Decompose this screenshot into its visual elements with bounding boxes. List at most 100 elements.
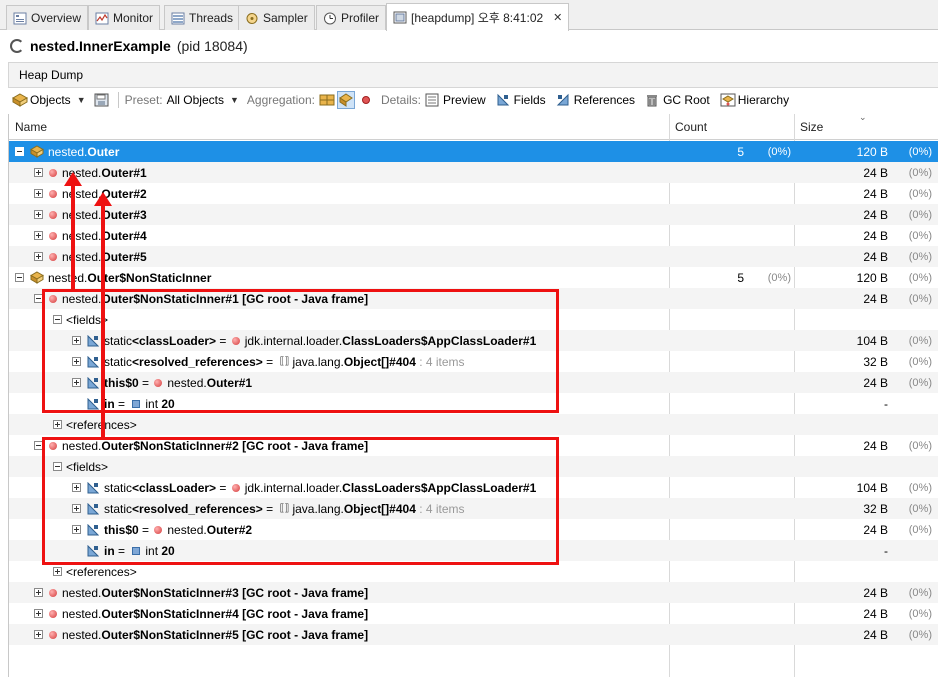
table-row[interactable]: <references> — [9, 561, 938, 582]
collapse-icon[interactable] — [53, 315, 62, 324]
references-icon[interactable] — [556, 93, 570, 107]
table-row[interactable]: static <classLoader> = jdk.internal.load… — [9, 330, 938, 351]
tab-monitor[interactable]: Monitor — [88, 5, 161, 30]
table-row[interactable]: nested. Outer$NonStaticInner#3 [GC root -… — [9, 582, 938, 603]
expand-icon[interactable] — [72, 504, 81, 513]
table-row[interactable]: nested. Outer$NonStaticInner#1 [GC root -… — [9, 288, 938, 309]
table-row[interactable]: nested. Outer$NonStaticInner 5 (0%) 120 B (0%… — [9, 267, 938, 288]
aggregation-package-icon[interactable] — [319, 93, 335, 107]
expand-icon[interactable] — [72, 483, 81, 492]
close-icon[interactable]: ✕ — [553, 11, 562, 24]
table-row[interactable]: nested. Outer$NonStaticInner#2 [GC root -… — [9, 435, 938, 456]
table-row[interactable]: static <resolved_references> = ⟦⟧ java.la… — [9, 351, 938, 372]
tab-sampler[interactable]: Sampler — [238, 5, 315, 30]
loading-icon — [10, 39, 24, 53]
expand-icon[interactable] — [34, 252, 43, 261]
expand-icon[interactable] — [72, 525, 81, 534]
fields-icon[interactable] — [496, 93, 510, 107]
value-text: Outer#1 — [206, 375, 253, 390]
field-icon — [87, 397, 100, 410]
references-button[interactable]: References — [574, 93, 635, 107]
table-row[interactable]: nested. Outer 5 (0%) 120 B (0%) — [9, 141, 938, 162]
table-row[interactable]: in = int 20 - — [9, 540, 938, 561]
preset-select[interactable]: All Objects — [167, 93, 224, 107]
collapse-icon[interactable] — [34, 441, 43, 450]
expand-icon[interactable] — [34, 189, 43, 198]
table-row[interactable]: <references> — [9, 414, 938, 435]
size-cell — [799, 414, 888, 435]
table-row[interactable]: this$0 = nested. Outer#1 24 B (0%) — [9, 372, 938, 393]
expand-icon[interactable] — [72, 378, 81, 387]
preview-icon[interactable] — [425, 93, 439, 107]
table-row[interactable]: static <classLoader> = jdk.internal.load… — [9, 477, 938, 498]
objects-dropdown[interactable]: Objects ▼ — [11, 93, 86, 107]
expand-icon[interactable] — [72, 336, 81, 345]
instance-icon — [49, 630, 57, 639]
fields-button[interactable]: Fields — [514, 93, 546, 107]
table-row[interactable]: static <resolved_references> = ⟦⟧ java.la… — [9, 498, 938, 519]
column-count[interactable]: Count — [669, 114, 794, 140]
count-cell — [669, 162, 744, 183]
size-cell — [799, 309, 888, 330]
size-cell: 24 B — [863, 291, 888, 306]
value-prefix: java.lang. — [292, 354, 344, 369]
value-prefix: int — [145, 396, 162, 411]
table-row[interactable]: nested. Outer#1 24 B (0%) — [9, 162, 938, 183]
table-row[interactable]: <fields> — [9, 309, 938, 330]
table-row[interactable]: nested. Outer$NonStaticInner#4 [GC root -… — [9, 603, 938, 624]
instance-icon — [49, 168, 57, 177]
table-row[interactable]: nested. Outer#5 24 B (0%) — [9, 246, 938, 267]
tab-heapdump[interactable]: [heapdump] 오후 8:41:02 ✕ — [386, 3, 570, 31]
class-icon — [30, 271, 44, 284]
save-icon[interactable] — [94, 93, 109, 107]
hierarchy-icon[interactable] — [720, 93, 736, 107]
collapse-icon[interactable] — [15, 273, 24, 282]
row-main-text: <resolved_references> — [132, 501, 263, 516]
column-name[interactable]: Name — [9, 114, 669, 140]
chevron-down-icon[interactable]: ▼ — [230, 95, 239, 105]
value-prefix: java.lang. — [292, 501, 344, 516]
gc-root-button[interactable]: GC Root — [663, 93, 710, 107]
class-icon — [30, 145, 44, 158]
heapdump-icon — [393, 11, 407, 24]
value-text: ClassLoaders$AppClassLoader#1 — [342, 333, 537, 348]
table-row[interactable]: in = int 20 - — [9, 393, 938, 414]
gc-root-icon[interactable] — [645, 93, 659, 107]
expand-icon[interactable] — [53, 420, 62, 429]
expand-icon[interactable] — [34, 231, 43, 240]
tab-profiler[interactable]: Profiler — [316, 5, 387, 30]
expand-icon[interactable] — [34, 630, 43, 639]
size-cell: 24 B — [863, 438, 888, 453]
table-row[interactable]: this$0 = nested. Outer#2 24 B (0%) — [9, 519, 938, 540]
expand-icon[interactable] — [53, 567, 62, 576]
expand-icon[interactable] — [34, 210, 43, 219]
collapse-icon[interactable] — [53, 462, 62, 471]
table-row[interactable]: nested. Outer#3 24 B (0%) — [9, 204, 938, 225]
row-prefix: nested. — [62, 438, 102, 453]
table-row[interactable]: nested. Outer#4 24 B (0%) — [9, 225, 938, 246]
aggregation-class-icon[interactable] — [336, 91, 355, 109]
collapse-icon[interactable] — [15, 147, 24, 156]
count-cell — [669, 540, 744, 561]
table-row[interactable]: <fields> — [9, 456, 938, 477]
array-icon: ⟦⟧ — [279, 355, 290, 367]
expand-icon[interactable] — [34, 588, 43, 597]
row-name: static <classLoader> = jdk.internal.load… — [72, 477, 536, 498]
expand-icon[interactable] — [34, 609, 43, 618]
size-cell: 24 B — [863, 522, 888, 537]
page-header: nested.InnerExample (pid 18084) — [0, 31, 938, 61]
size-percent: (0%) — [908, 208, 932, 221]
row-name: nested. Outer#3 — [34, 204, 147, 225]
expand-icon[interactable] — [34, 168, 43, 177]
tab-overview[interactable]: Overview — [6, 5, 89, 30]
expand-icon[interactable] — [72, 357, 81, 366]
table-row[interactable]: nested. Outer$NonStaticInner#5 [GC root -… — [9, 624, 938, 645]
row-separator: = — [114, 396, 129, 411]
aggregation-instance-icon[interactable] — [359, 93, 373, 107]
table-row[interactable]: nested. Outer#2 24 B (0%) — [9, 183, 938, 204]
tab-threads[interactable]: Threads — [164, 5, 241, 30]
collapse-icon[interactable] — [34, 294, 43, 303]
toolbar: Objects ▼ Preset: All Objects ▼ Aggregat… — [8, 88, 938, 112]
hierarchy-button[interactable]: Hierarchy — [738, 93, 789, 107]
preview-button[interactable]: Preview — [443, 93, 486, 107]
